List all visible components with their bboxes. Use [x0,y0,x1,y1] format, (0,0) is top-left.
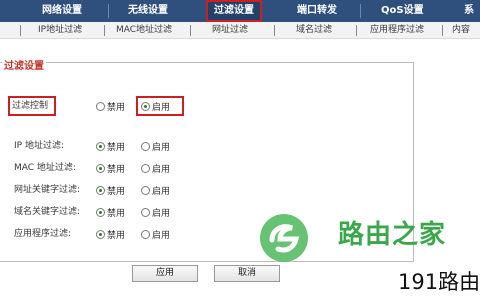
filter-control-row: 过滤控制 禁用 启用 [0,98,300,114]
watermark-bottom-text: 191路由 [398,270,480,294]
mac-filter-disable-option[interactable]: 禁用 [96,160,125,176]
app-filter-label: 应用程序过滤: [14,229,72,239]
subtab-url-filter[interactable]: 网址过滤 [212,22,248,39]
radio-enable-label: 启用 [152,142,171,153]
subtab-app-filter[interactable]: 应用程序过滤 [370,22,424,39]
domain-keyword-filter-enable-option[interactable]: 启用 [141,204,170,220]
tab-wireless-settings[interactable]: 无线设置 [128,0,168,22]
sub-nav-divider [20,25,21,36]
radio-disable[interactable] [96,101,105,111]
cancel-button[interactable]: 取消 [214,265,280,282]
ip-filter-enable-option[interactable]: 启用 [141,138,170,154]
radio-enable[interactable] [141,185,150,195]
domain-keyword-filter-disable-option[interactable]: 禁用 [96,204,125,220]
filter-control-enable-option[interactable]: 启用 [141,98,170,114]
mac-filter-row: MAC 地址过滤: 禁用 启用 [0,160,300,176]
radio-disable[interactable] [96,185,105,195]
domain-keyword-filter-label: 域名关键字过滤: [14,207,81,217]
url-keyword-filter-enable-option[interactable]: 启用 [141,182,170,198]
filter-control-label: 过滤控制 [12,101,49,111]
watermark-name: 路由之家 [338,220,447,250]
domain-keyword-filter-row: 域名关键字过滤: 禁用 启用 [0,204,300,220]
watermark-logo-icon [260,214,308,262]
radio-disable-label: 禁用 [107,164,126,175]
tab-network-settings[interactable]: 网络设置 [42,0,82,22]
panel-title: 过滤设置 [2,57,46,72]
mac-filter-enable-option[interactable]: 启用 [141,160,170,176]
sub-nav-divider [274,25,275,36]
radio-enable-label: 启用 [152,186,171,197]
radio-enable[interactable] [141,229,150,239]
radio-enable-label: 启用 [152,164,171,175]
ip-filter-label: IP 地址过滤: [14,141,64,151]
sub-nav-divider [356,25,357,36]
sub-nav-divider [190,25,191,36]
ip-filter-disable-option[interactable]: 禁用 [96,138,125,154]
url-keyword-filter-row: 网址关键字过滤: 禁用 启用 [0,182,300,198]
app-filter-disable-option[interactable]: 禁用 [96,226,125,242]
tab-filter-settings[interactable]: 过滤设置 [206,0,262,22]
radio-disable-label: 禁用 [107,208,126,219]
radio-disable-label: 禁用 [107,230,126,241]
radio-enable[interactable] [141,141,150,151]
subtab-ip-filter[interactable]: IP地址过滤 [38,22,82,39]
app-filter-enable-option[interactable]: 启用 [141,226,170,242]
radio-enable[interactable] [141,163,150,173]
radio-disable[interactable] [96,207,105,217]
sub-navigation-bar: IP地址过滤 MAC地址过滤 网址过滤 域名过滤 应用程序过滤 内容 [0,22,480,39]
subtab-domain-filter[interactable]: 域名过滤 [296,22,332,39]
subtab-mac-filter[interactable]: MAC地址过滤 [116,22,172,39]
nav-divider [360,4,361,18]
apply-button[interactable]: 应用 [132,265,198,282]
url-keyword-filter-label: 网址关键字过滤: [14,185,81,195]
url-keyword-filter-disable-option[interactable]: 禁用 [96,182,125,198]
radio-disable[interactable] [96,229,105,239]
radio-disable[interactable] [96,141,105,151]
app-filter-row: 应用程序过滤: 禁用 启用 [0,226,300,242]
radio-disable-label: 禁用 [107,186,126,197]
radio-disable[interactable] [96,163,105,173]
ip-filter-row: IP 地址过滤: 禁用 启用 [0,138,300,154]
radio-enable[interactable] [141,207,150,217]
mac-filter-label: MAC 地址过滤: [14,163,76,173]
radio-disable-label: 禁用 [107,142,126,153]
radio-enable-label: 启用 [152,102,171,113]
radio-enable-label: 启用 [152,230,171,241]
top-navigation-bar: 网络设置 无线设置 过滤设置 端口转发 QoS设置 系 [0,0,480,22]
filter-control-disable-option[interactable]: 禁用 [96,98,125,114]
radio-disable-label: 禁用 [107,102,126,113]
sub-nav-divider [104,25,105,36]
tab-port-forwarding[interactable]: 端口转发 [297,0,337,22]
tab-qos-settings[interactable]: QoS设置 [381,0,424,22]
nav-divider [108,4,109,18]
radio-enable-label: 启用 [152,208,171,219]
subtab-content-filter[interactable]: 内容 [452,22,470,39]
radio-enable[interactable] [141,101,150,111]
sub-nav-divider [442,25,443,36]
tab-system[interactable]: 系 [464,0,474,22]
